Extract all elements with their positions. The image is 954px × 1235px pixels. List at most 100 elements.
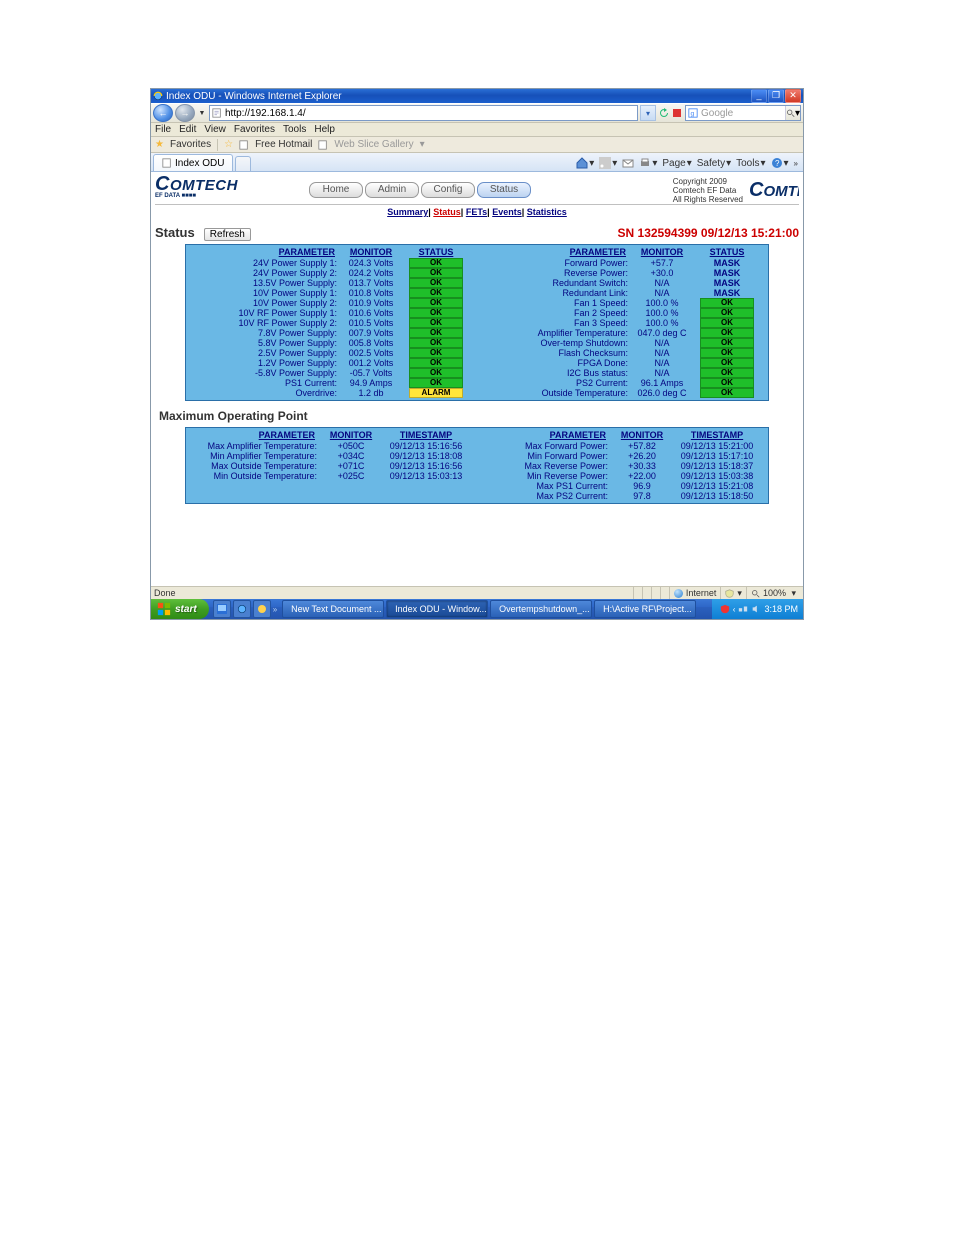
param-name: FPGA Done: bbox=[483, 358, 632, 368]
status-cell: OK bbox=[700, 328, 754, 338]
stop-icon[interactable] bbox=[671, 107, 683, 119]
status-row: 7.8V Power Supply: 007.9 Volts OK bbox=[192, 328, 471, 338]
menu-edit[interactable]: Edit bbox=[179, 124, 196, 135]
param-name: Reverse Power: bbox=[483, 268, 632, 278]
tab-index-odu[interactable]: Index ODU bbox=[153, 154, 233, 171]
param-name: Fan 1 Speed: bbox=[483, 298, 632, 308]
subnav-events[interactable]: Events bbox=[492, 207, 522, 217]
param-name: Outside Temperature: bbox=[483, 388, 632, 398]
col-parameter: PARAMETER bbox=[483, 430, 612, 440]
safety-menu[interactable]: Safety▾ bbox=[697, 158, 731, 169]
close-button[interactable]: ✕ bbox=[785, 89, 801, 103]
maximize-button[interactable]: ❐ bbox=[768, 89, 784, 103]
zoom-pane[interactable]: 100% ▾ bbox=[746, 587, 800, 599]
status-row: 24V Power Supply 1: 024.3 Volts OK bbox=[192, 258, 471, 268]
status-cell: OK bbox=[700, 318, 754, 328]
ie-icon bbox=[237, 604, 247, 614]
param-name: Amplifier Temperature: bbox=[483, 328, 632, 338]
subnav-summary[interactable]: Summary bbox=[387, 207, 428, 217]
minimize-button[interactable]: _ bbox=[751, 89, 767, 103]
home-button[interactable]: ▾ bbox=[576, 157, 594, 169]
refresh-button[interactable]: Refresh bbox=[204, 228, 251, 241]
param-value: +26.20 bbox=[612, 451, 672, 461]
forward-button[interactable]: → bbox=[175, 104, 195, 122]
favorites-star-icon[interactable]: ★ bbox=[155, 139, 164, 150]
col-monitor: MONITOR bbox=[341, 247, 401, 257]
history-dropdown[interactable]: ▼ bbox=[197, 106, 207, 120]
status-cell: OK bbox=[409, 328, 463, 338]
param-timestamp: 09/12/13 15:03:38 bbox=[672, 471, 762, 481]
back-button[interactable]: ← bbox=[153, 104, 173, 122]
tools-menu[interactable]: Tools▾ bbox=[736, 158, 765, 169]
ql-app[interactable] bbox=[253, 600, 271, 618]
clock: 3:18 PM bbox=[764, 604, 798, 614]
param-name: 2.5V Power Supply: bbox=[192, 348, 341, 358]
search-button[interactable]: ▾ bbox=[785, 106, 800, 120]
col-timestamp: TIMESTAMP bbox=[672, 430, 762, 440]
fav-dropdown-icon[interactable]: ▾ bbox=[420, 139, 425, 150]
status-cell: OK bbox=[409, 258, 463, 268]
print-button[interactable]: ▾ bbox=[639, 157, 657, 169]
menu-view[interactable]: View bbox=[204, 124, 226, 135]
menu-file[interactable]: File bbox=[155, 124, 171, 135]
page-icon bbox=[318, 140, 328, 150]
task-notepad[interactable]: New Text Document ... bbox=[282, 600, 384, 618]
url-text: http://192.168.1.4/ bbox=[225, 108, 306, 119]
status-row: 2.5V Power Supply: 002.5 Volts OK bbox=[192, 348, 471, 358]
ql-expand[interactable]: » bbox=[273, 605, 277, 614]
subnav-statistics[interactable]: Statistics bbox=[527, 207, 567, 217]
refresh-icon[interactable] bbox=[658, 107, 670, 119]
feeds-button[interactable]: ▾ bbox=[599, 157, 617, 169]
page-menu[interactable]: Page▾ bbox=[662, 158, 691, 169]
status-cell: MASK bbox=[714, 278, 741, 288]
fav-web-slice-gallery[interactable]: Web Slice Gallery bbox=[334, 139, 413, 150]
status-row: PS1 Current: 94.9 Amps OK bbox=[192, 378, 471, 388]
ql-ie[interactable] bbox=[233, 600, 251, 618]
task-paint[interactable]: Overtempshutdown_... bbox=[490, 600, 592, 618]
system-tray[interactable]: ‹ 3:18 PM bbox=[712, 599, 803, 619]
param-value: 024.3 Volts bbox=[341, 258, 401, 268]
window-titlebar: Index ODU - Windows Internet Explorer _ … bbox=[151, 89, 803, 103]
ql-show-desktop[interactable] bbox=[213, 600, 231, 618]
protected-mode-pane[interactable]: ▾ bbox=[720, 587, 746, 599]
menu-favorites[interactable]: Favorites bbox=[234, 124, 275, 135]
nav-config[interactable]: Config bbox=[421, 182, 475, 198]
menu-tools[interactable]: Tools bbox=[283, 124, 306, 135]
task-ie[interactable]: Index ODU - Window... bbox=[386, 600, 488, 618]
status-row: 5.8V Power Supply: 005.8 Volts OK bbox=[192, 338, 471, 348]
mop-row: Min Reverse Power: +22.00 09/12/13 15:03… bbox=[483, 471, 762, 481]
new-tab-button[interactable] bbox=[235, 156, 251, 171]
subnav-status[interactable]: Status bbox=[433, 207, 461, 217]
search-input[interactable]: g Google ▾ bbox=[685, 105, 801, 121]
compat-view-button[interactable]: ▾ bbox=[640, 105, 656, 121]
tools-expand[interactable]: » bbox=[794, 159, 798, 168]
status-cell: MASK bbox=[714, 288, 741, 298]
subnav-fets[interactable]: FETs bbox=[466, 207, 487, 217]
nav-home[interactable]: Home bbox=[309, 182, 363, 198]
nav-status[interactable]: Status bbox=[477, 182, 531, 198]
status-cell: OK bbox=[409, 288, 463, 298]
mop-row: Min Forward Power: +26.20 09/12/13 15:17… bbox=[483, 451, 762, 461]
address-input[interactable]: http://192.168.1.4/ bbox=[209, 105, 638, 121]
status-row: 10V Power Supply 1: 010.8 Volts OK bbox=[192, 288, 471, 298]
param-timestamp: 09/12/13 15:21:00 bbox=[672, 441, 762, 451]
tray-expand-icon[interactable]: ‹ bbox=[733, 605, 736, 614]
task-explorer[interactable]: H:\Active RF\Project... bbox=[594, 600, 696, 618]
param-name: Max Reverse Power: bbox=[483, 461, 612, 471]
help-button[interactable]: ?▾ bbox=[771, 157, 789, 169]
param-value: +025C bbox=[321, 471, 381, 481]
col-status: STATUS bbox=[692, 247, 762, 257]
favorites-label[interactable]: Favorites bbox=[170, 139, 211, 150]
zone-pane: Internet bbox=[669, 587, 721, 599]
readmail-button[interactable] bbox=[622, 157, 634, 169]
windows-icon bbox=[157, 602, 171, 616]
nav-admin[interactable]: Admin bbox=[365, 182, 419, 198]
fav-free-hotmail[interactable]: Free Hotmail bbox=[255, 139, 312, 150]
param-value: +034C bbox=[321, 451, 381, 461]
mop-row: Max Forward Power: +57.82 09/12/13 15:21… bbox=[483, 441, 762, 451]
menu-help[interactable]: Help bbox=[314, 124, 335, 135]
start-button[interactable]: start bbox=[151, 599, 209, 619]
param-value: 013.7 Volts bbox=[341, 278, 401, 288]
param-name: Min Forward Power: bbox=[483, 451, 612, 461]
status-cell: OK bbox=[700, 378, 754, 388]
